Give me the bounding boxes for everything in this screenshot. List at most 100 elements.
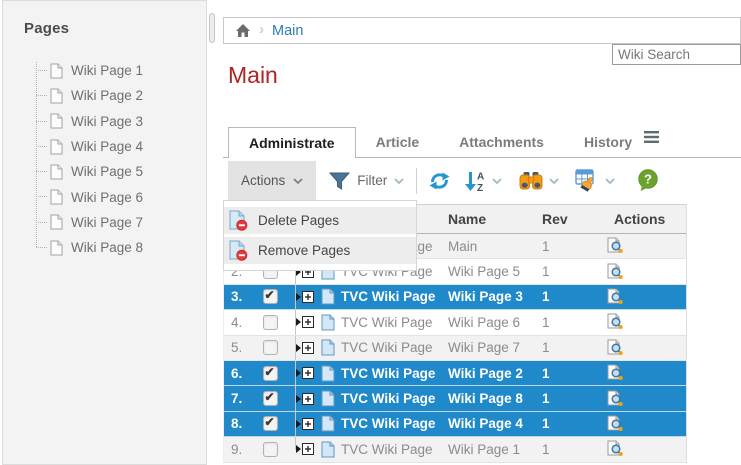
expand-toggle-icon[interactable] [296,367,315,379]
column-options-chevron-icon[interactable] [605,178,615,184]
preview-page-icon[interactable] [606,364,624,382]
row-number: 7. [224,391,254,406]
page-icon [50,113,63,129]
toolbar: Actions Filter [228,161,741,200]
tab[interactable]: Article [356,127,440,157]
sort-az-icon[interactable]: A Z [464,170,487,192]
row-number: 8. [224,416,254,431]
preview-page-icon[interactable] [606,237,624,255]
expand-toggle-icon[interactable] [296,443,315,455]
tree-item-wiki-page[interactable]: Wiki Page 3 [28,109,143,134]
page-icon [50,164,63,180]
preview-page-icon[interactable] [606,390,624,408]
remove-page-icon [229,240,248,261]
column-header-rev[interactable]: Rev [540,211,580,227]
expand-toggle-icon[interactable] [296,342,315,354]
table-row[interactable]: 6. TVC Wiki Page [224,361,686,386]
row-name: Wiki Page 8 [446,391,540,406]
main-panel: › Main Main Administrate Article Attachm… [215,0,741,465]
tree-item-wiki-page[interactable]: Wiki Page 6 [28,184,143,209]
row-number: 3. [224,289,254,304]
preview-page-icon[interactable] [606,313,624,331]
column-header-name[interactable]: Name [446,211,540,227]
toolbar-separator [416,168,417,194]
expand-toggle-icon[interactable] [296,316,315,328]
remove-page-icon [229,210,248,231]
preview-page-icon[interactable] [606,339,624,357]
row-rev: 1 [540,315,580,330]
tree-item-wiki-page[interactable]: Wiki Page 5 [28,159,143,184]
tree-item-wiki-page[interactable]: Wiki Page 7 [28,210,143,235]
tree-item-wiki-page[interactable]: Wiki Page 2 [28,83,143,108]
pages-tree: Wiki Page 1 Wiki Page 2 Wiki Page 3 [28,58,143,260]
tab-label: History [584,134,632,150]
page-icon [50,240,63,256]
column-header-actions[interactable]: Actions [580,211,688,227]
actions-button[interactable]: Actions [228,161,316,200]
expand-toggle-icon[interactable] [296,291,315,303]
page-icon [50,139,63,155]
preview-page-icon[interactable] [606,263,624,281]
tab-label: Administrate [249,135,335,151]
binoculars-find-icon[interactable] [518,171,544,191]
sidebar-title: Pages [24,20,206,37]
wiki-page-icon [321,390,335,407]
tree-item-wiki-page[interactable]: Wiki Page 4 [28,134,143,159]
pages-sidebar: Pages Wiki Page 1 Wiki Page 2 [2,0,207,465]
hamburger-menu-icon[interactable] [637,130,666,144]
row-checkbox[interactable] [263,340,278,355]
row-checkbox[interactable] [263,289,278,304]
row-name: Wiki Page 1 [446,442,540,457]
tree-item-label: Wiki Page 2 [71,88,143,103]
row-checkbox[interactable] [263,366,278,381]
tab[interactable]: Attachments [439,127,564,157]
row-number: 6. [224,366,254,381]
wiki-page-icon [321,441,335,458]
actions-menu-item[interactable]: Remove Pages [224,237,416,264]
filter-button[interactable]: Filter [329,172,404,190]
expand-toggle-icon[interactable] [296,418,315,430]
row-checkbox[interactable] [263,315,278,330]
preview-page-icon[interactable] [606,288,624,306]
table-row[interactable]: 3. TVC Wiki Page [224,285,686,310]
preview-page-icon[interactable] [606,415,624,433]
refresh-icon[interactable] [427,170,452,192]
tree-item-wiki-page[interactable]: Wiki Page 1 [28,58,143,83]
tree-item-label: Wiki Page 6 [71,190,143,205]
preview-page-icon[interactable] [606,440,624,458]
wiki-page-icon [321,415,335,432]
page-title: Main [228,62,278,89]
table-row[interactable]: 7. TVC Wiki Page [224,386,686,411]
row-checkbox[interactable] [263,442,278,457]
row-checkbox[interactable] [263,391,278,406]
svg-text:A: A [477,171,484,182]
find-options-chevron-icon[interactable] [549,178,559,184]
table-row[interactable]: 5. TVC Wiki Page [224,336,686,361]
table-row[interactable]: 9. TVC Wiki Page [224,437,686,462]
row-number: 4. [224,315,254,330]
row-rev: 1 [540,416,580,431]
wiki-page-icon [321,314,335,331]
tree-item-wiki-page[interactable]: Wiki Page 8 [28,235,143,260]
help-icon[interactable]: ? [637,169,659,192]
table-row[interactable]: 4. TVC Wiki Page [224,310,686,335]
tree-item-label: Wiki Page 7 [71,215,143,230]
row-type: TVC Wiki Page [341,289,435,304]
sort-options-chevron-icon[interactable] [492,178,502,184]
actions-menu-item-label: Remove Pages [258,243,350,258]
row-type: TVC Wiki Page [341,416,435,431]
actions-menu-item[interactable]: Delete Pages [224,207,416,234]
table-row[interactable]: 8. TVC Wiki Page [224,412,686,437]
chevron-down-icon [394,178,404,184]
row-name: Wiki Page 5 [446,264,540,279]
row-name: Wiki Page 4 [446,416,540,431]
row-checkbox[interactable] [263,416,278,431]
column-select-icon[interactable] [575,169,600,192]
tab[interactable]: Administrate [228,127,356,158]
row-number: 9. [224,442,254,457]
row-type: TVC Wiki Page [341,442,433,457]
expand-toggle-icon[interactable] [296,393,315,405]
home-icon[interactable] [235,23,251,38]
breadcrumb-link-main[interactable]: Main [272,23,303,39]
wiki-search-input[interactable] [612,44,741,65]
